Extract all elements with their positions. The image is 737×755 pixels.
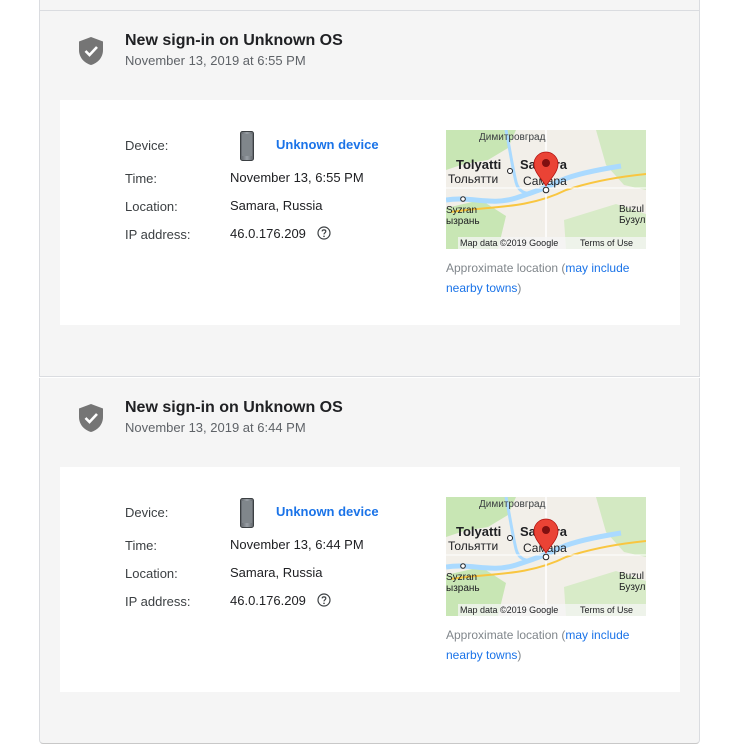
- event-title: New sign-in on Unknown OS: [125, 32, 343, 49]
- location-label: Location:: [125, 199, 178, 214]
- map-label-buzul: Buzul: [619, 204, 644, 215]
- shield-check-icon: [79, 404, 103, 432]
- help-icon[interactable]: [317, 226, 331, 240]
- details-card: Device: Unknown device Time: November 13…: [60, 100, 680, 325]
- approx-location-note: Approximate location (may include nearby…: [446, 261, 630, 295]
- event-datetime: November 13, 2019 at 6:44 PM: [125, 420, 306, 435]
- location-value: Samara, Russia: [230, 198, 323, 213]
- time-label: Time:: [125, 171, 158, 186]
- location-map[interactable]: Димитровград Tolyatti Тольятти Samara Са…: [446, 497, 646, 616]
- ip-value: 46.0.176.209: [230, 593, 306, 608]
- location-value: Samara, Russia: [230, 565, 323, 580]
- map-label-tolyatti-ru: Тольятти: [448, 172, 498, 186]
- map-label-buzul-ru: Бузул: [619, 215, 646, 226]
- approx-location-note: Approximate location (may include nearby…: [446, 628, 630, 662]
- map-label-dimitrovgrad: Димитровград: [479, 499, 546, 510]
- map-attribution: Map data ©2019 Google: [460, 605, 558, 615]
- event-title: New sign-in on Unknown OS: [125, 399, 343, 416]
- map-terms-link[interactable]: Terms of Use: [580, 238, 633, 248]
- map-label-syzran-ru: ызрань: [446, 583, 480, 594]
- map-label-buzul-ru: Бузул: [619, 582, 646, 593]
- ip-label: IP address:: [125, 594, 191, 609]
- map-label-dimitrovgrad: Димитровград: [479, 132, 546, 143]
- map-label-tolyatti: Tolyatti: [456, 157, 501, 172]
- phone-icon: [240, 131, 254, 161]
- sign-in-event: New sign-in on Unknown OS November 13, 2…: [39, 378, 700, 744]
- map-attribution: Map data ©2019 Google: [460, 238, 558, 248]
- map-label-syzran-ru: ызрань: [446, 216, 480, 227]
- sign-in-event: New sign-in on Unknown OS November 13, 2…: [39, 0, 700, 377]
- location-label: Location:: [125, 566, 178, 581]
- map-label-tolyatti: Tolyatti: [456, 524, 501, 539]
- phone-icon: [240, 498, 254, 528]
- event-datetime: November 13, 2019 at 6:55 PM: [125, 53, 306, 68]
- divider: [40, 10, 699, 11]
- time-value: November 13, 6:55 PM: [230, 170, 364, 185]
- map-label-syzran: Syzran: [446, 572, 477, 583]
- time-value: November 13, 6:44 PM: [230, 537, 364, 552]
- help-icon[interactable]: [317, 593, 331, 607]
- map-label-syzran: Syzran: [446, 205, 477, 216]
- device-link[interactable]: Unknown device: [276, 504, 379, 519]
- details-card: Device: Unknown device Time: November 13…: [60, 467, 680, 692]
- ip-value: 46.0.176.209: [230, 226, 306, 241]
- time-label: Time:: [125, 538, 158, 553]
- map-label-buzul: Buzul: [619, 571, 644, 582]
- device-label: Device:: [125, 505, 169, 520]
- ip-label: IP address:: [125, 227, 191, 242]
- map-terms-link[interactable]: Terms of Use: [580, 605, 633, 615]
- device-link[interactable]: Unknown device: [276, 137, 379, 152]
- location-map[interactable]: Димитровград Tolyatti Тольятти Samara Са…: [446, 130, 646, 249]
- device-label: Device:: [125, 138, 169, 153]
- shield-check-icon: [79, 37, 103, 65]
- map-label-tolyatti-ru: Тольятти: [448, 539, 498, 553]
